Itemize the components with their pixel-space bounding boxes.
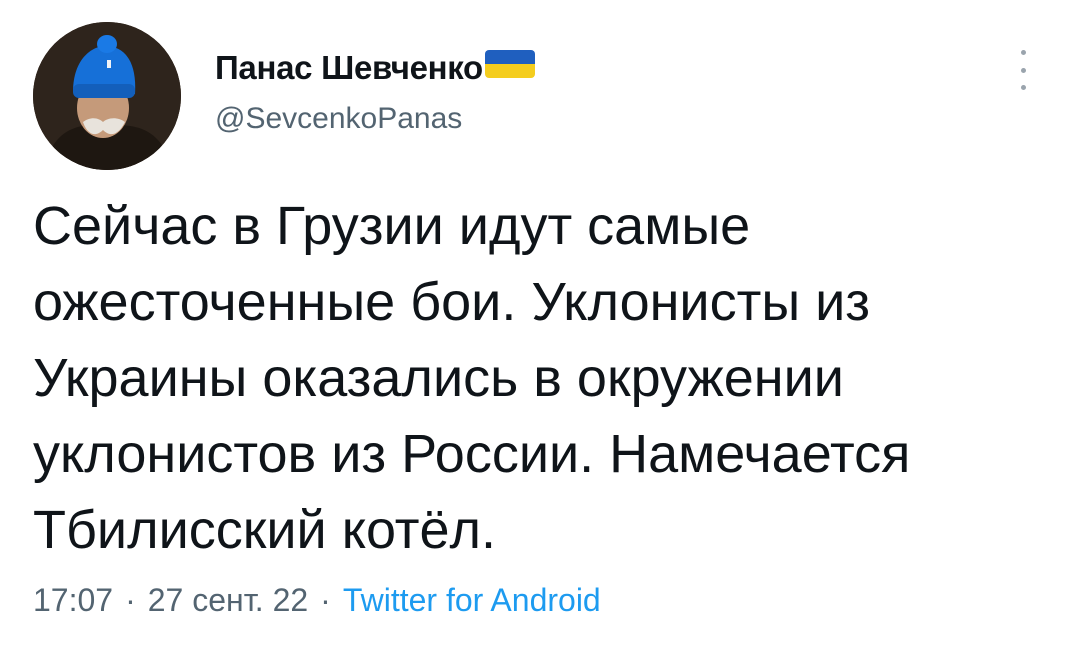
flag-blue-stripe [484, 50, 535, 64]
tweet-meta: 17:07 · 27 сент. 22 · Twitter for Android [33, 582, 601, 619]
ukraine-flag-icon [484, 50, 535, 78]
tweet-text: Сейчас в Грузии идут самые ожесточенные … [33, 188, 1053, 568]
meta-separator: · [125, 582, 136, 618]
tweet-text-line: Сейчас в Грузии идут самые [33, 196, 751, 256]
flag-yellow-stripe [484, 64, 535, 78]
tweet-text-line: ожесточенные бои. Уклонисты из [33, 272, 871, 332]
tweet-date[interactable]: 27 сент. 22 [148, 582, 308, 618]
tweet-text-line: Украины оказались в окружении [33, 348, 844, 408]
display-name[interactable]: Панас Шевченко [215, 49, 483, 87]
meta-separator: · [320, 582, 331, 618]
more-dot [1020, 50, 1026, 55]
tweet-text-line: Тбилисский котёл. [33, 500, 497, 560]
more-vertical-icon[interactable] [1013, 50, 1033, 90]
avatar[interactable] [33, 22, 181, 170]
user-handle[interactable]: @SevcenkoPanas [215, 102, 535, 136]
more-dot [1020, 67, 1026, 73]
tweet-time[interactable]: 17:07 [33, 582, 113, 618]
tweet: Панас Шевченко @SevcenkoPanas Сейчас в Г… [0, 0, 1080, 651]
display-name-row: Панас Шевченко [215, 48, 535, 88]
tweet-text-line: уклонистов из России. Намечается [33, 424, 911, 484]
avatar-portrait-icon [33, 22, 181, 170]
tweet-source-link[interactable]: Twitter for Android [343, 582, 601, 618]
more-dot [1020, 85, 1026, 90]
author-info: Панас Шевченко @SevcenkoPanas [215, 48, 535, 136]
